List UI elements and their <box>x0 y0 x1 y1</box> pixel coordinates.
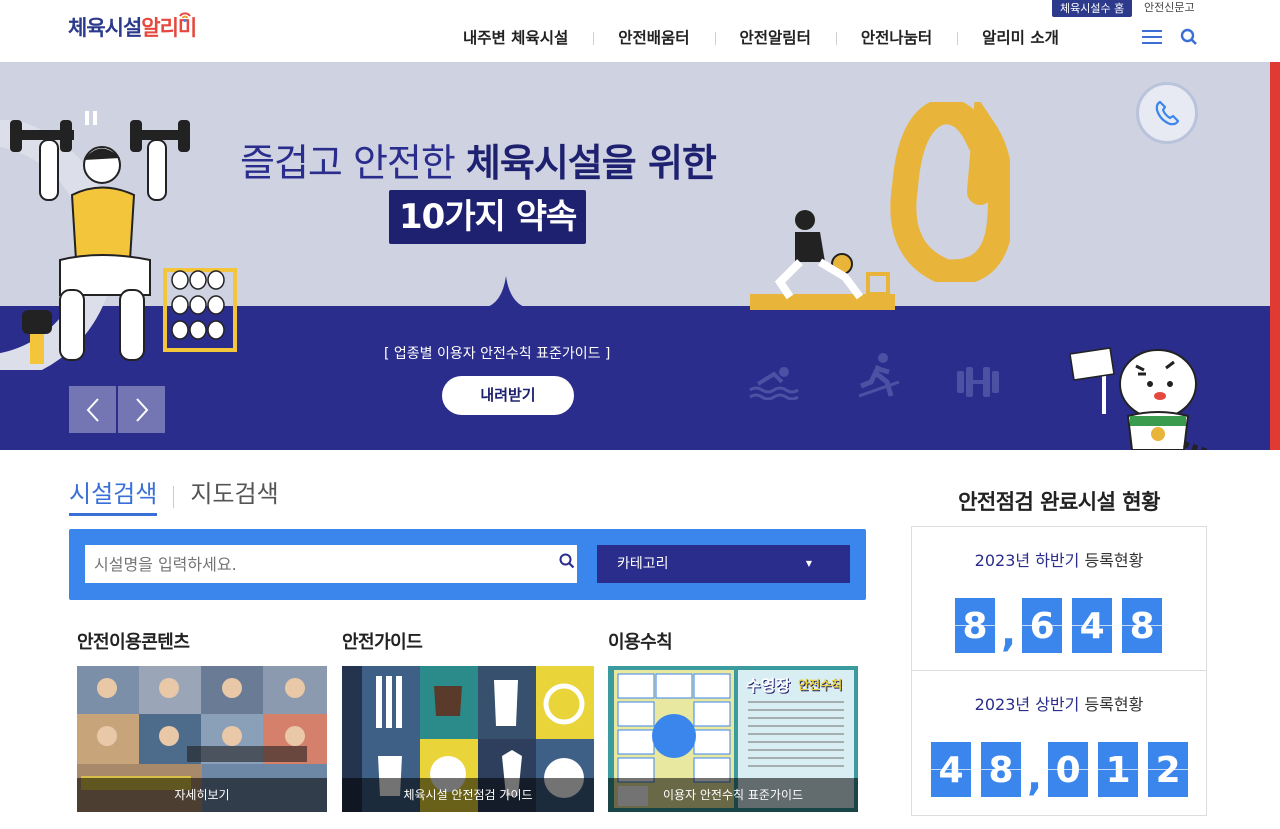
ok-hand-illustration <box>890 102 1010 282</box>
card-safety-guide[interactable]: 안전가이드 체육시설 안전점검 가이드 <box>334 628 594 812</box>
next-slide-button[interactable] <box>118 386 165 433</box>
card-title: 이용수칙 <box>608 632 673 653</box>
search-tabs: 시설검색 지도검색 <box>69 474 279 516</box>
banner-guide-text: [ 업종별 이용자 안전수칙 표준가이드 ] <box>384 346 611 362</box>
banner-subtitle: 10가지 약속 <box>389 190 587 244</box>
download-button[interactable]: 내려받기 <box>442 376 574 415</box>
header: 체육시설알리미 체육시설수 홈 안전신문고 내주변 체육시설 안전배움터 안전알… <box>0 0 1280 62</box>
tab-facility-search[interactable]: 시설검색 <box>69 474 158 516</box>
counter-digit: 4 <box>1072 598 1113 653</box>
nav-safety-learning[interactable]: 안전배움터 <box>593 26 714 50</box>
search-box: 카테고리 ▼ <box>69 529 866 600</box>
stats-title: 안전점검 완료시설 현황 <box>958 490 1160 514</box>
nav-about[interactable]: 알리미 소개 <box>957 26 1084 50</box>
main-banner: 즐겁고 안전한 체육시설을 위한 10가지 약속 [ 업종별 이용자 안전수칙 … <box>0 62 1270 450</box>
card-usage-rules[interactable]: 이용수칙 수영장 안전수칙 이용자 안전수칙 표준가이드 <box>600 628 858 812</box>
pause-icon[interactable] <box>85 110 97 129</box>
nav-safety-sharing[interactable]: 안전나눔터 <box>835 26 957 50</box>
home-button[interactable]: 체육시설수 홈 <box>1052 0 1133 17</box>
stats-divider <box>911 670 1207 671</box>
exercise-illustration <box>750 210 895 310</box>
nav-nearby-facilities[interactable]: 내주변 체육시설 <box>438 26 593 50</box>
search-icon[interactable] <box>1180 28 1198 46</box>
tab-divider <box>173 486 175 508</box>
prev-slide-button[interactable] <box>69 386 116 433</box>
poster-title: 수영장 <box>746 676 791 695</box>
counter-digit: 2 <box>1148 742 1189 797</box>
chevron-right-icon <box>135 397 148 422</box>
search-input[interactable] <box>85 545 577 583</box>
banner-title: 즐겁고 안전한 체육시설을 위한 <box>240 141 717 185</box>
site-logo[interactable]: 체육시설알리미 <box>68 12 197 42</box>
nav-safety-notice[interactable]: 안전알림터 <box>714 26 836 50</box>
chevron-left-icon <box>86 397 99 422</box>
stats-label-h1: 2023년 상반기 등록현황 <box>974 695 1144 714</box>
counter-digit: 8 <box>1122 598 1163 653</box>
card-title: 안전이용콘텐츠 <box>77 632 190 653</box>
counter-digit: 4 <box>931 742 971 797</box>
card-thumbnail: 체육시설 안전점검 가이드 <box>342 666 594 812</box>
menu-icon[interactable] <box>1142 30 1162 46</box>
main-nav: 내주변 체육시설 안전배움터 안전알림터 안전나눔터 알리미 소개 <box>438 26 1084 50</box>
wifi-icon <box>179 12 191 22</box>
safety-report-link[interactable]: 안전신문고 <box>1144 0 1195 16</box>
stats-label-h2: 2023년 하반기 등록현황 <box>974 551 1144 570</box>
search-icon[interactable] <box>559 553 575 569</box>
phone-icon <box>1155 100 1180 126</box>
card-thumbnail: 수영장 안전수칙 이용자 안전수칙 표준가이드 <box>608 666 858 812</box>
running-icon <box>858 353 900 398</box>
counter-comma: , <box>1027 754 1043 800</box>
card-caption: 이용자 안전수칙 표준가이드 <box>608 778 858 812</box>
swimming-icon <box>749 367 799 400</box>
tiger-mascot <box>1069 347 1209 450</box>
weightlifter-illustration <box>0 120 237 370</box>
poster-subtitle: 안전수칙 <box>798 678 843 692</box>
card-caption: 자세히보기 <box>77 778 327 812</box>
counter-digit: 8 <box>981 742 1021 797</box>
card-thumbnail: 자세히보기 <box>77 666 327 812</box>
dumbbell-icon <box>957 367 999 397</box>
counter-digit: 0 <box>1048 742 1089 797</box>
banner-notch <box>484 276 528 308</box>
tab-map-search[interactable]: 지도검색 <box>190 474 278 516</box>
stats-counter-h2: 8,648 <box>955 598 1172 653</box>
counter-digit: 6 <box>1022 598 1063 653</box>
banner-controls <box>69 386 167 433</box>
stats-counter-h1: 48,012 <box>931 742 1198 797</box>
side-accent-bar <box>1270 62 1280 450</box>
card-safety-content[interactable]: 안전이용콘텐츠 자세히보기 <box>69 628 327 812</box>
counter-comma: , <box>1001 610 1017 656</box>
category-select[interactable]: 카테고리 ▼ <box>597 545 850 583</box>
card-title: 안전가이드 <box>342 632 423 653</box>
card-caption: 체육시설 안전점검 가이드 <box>342 778 594 812</box>
phone-button[interactable] <box>1136 82 1198 144</box>
counter-digit: 1 <box>1098 742 1139 797</box>
counter-digit: 8 <box>955 598 995 653</box>
caret-down-icon: ▼ <box>805 559 812 568</box>
